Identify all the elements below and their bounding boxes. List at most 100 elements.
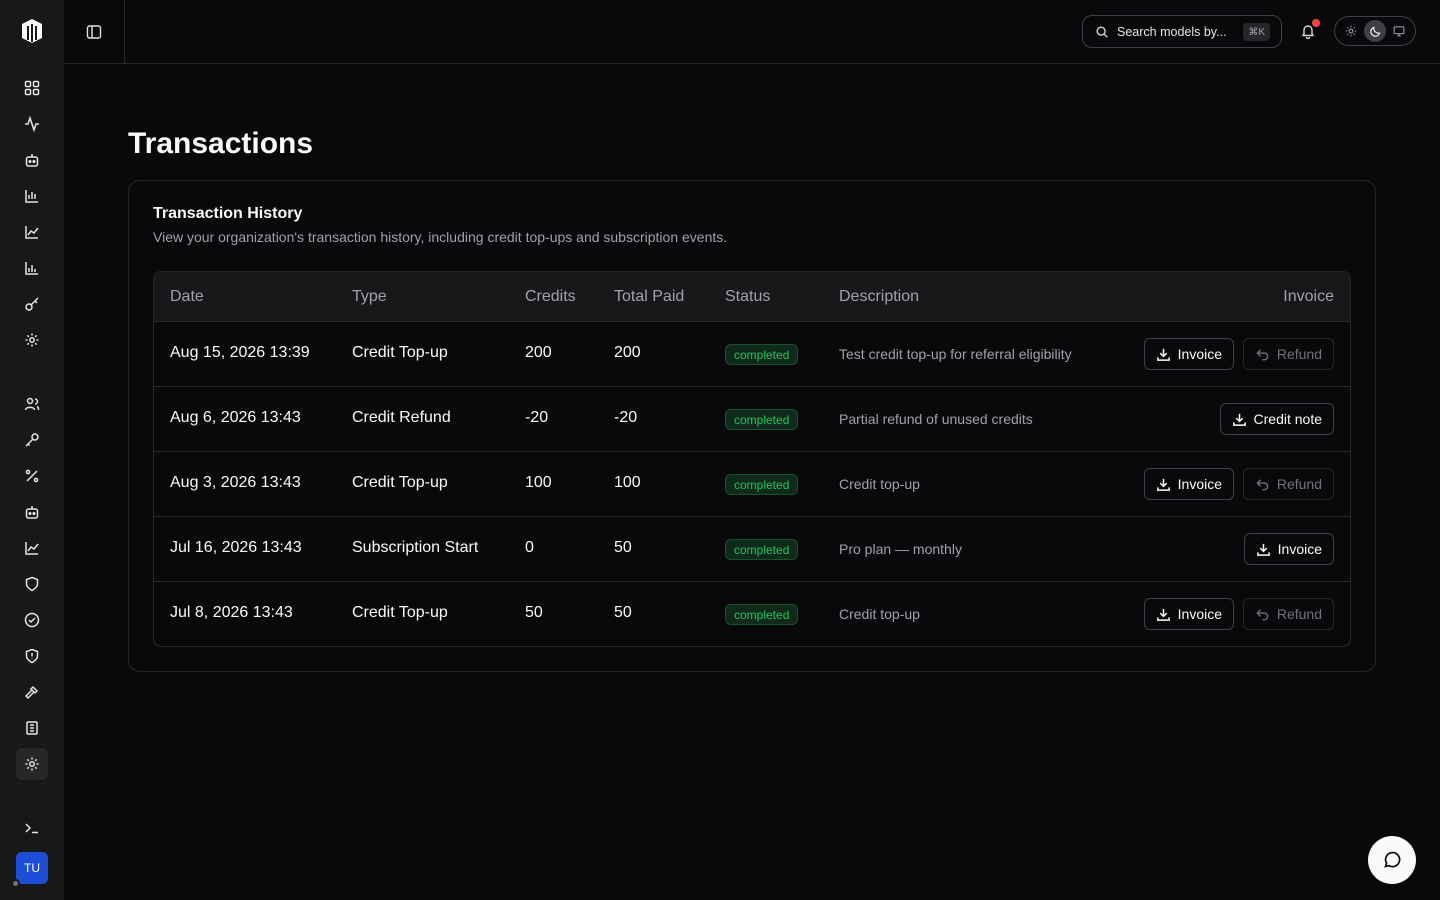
card-title: Transaction History <box>153 205 303 222</box>
header-date[interactable]: Date <box>170 288 204 306</box>
cell-total-paid: 200 <box>614 344 641 361</box>
status-badge: completed <box>725 344 799 365</box>
dashboard-icon[interactable] <box>16 72 48 104</box>
cell-description: Test credit top-up for referral eligibil… <box>839 346 1072 362</box>
undo-icon <box>1255 607 1270 622</box>
refund-button-label: Refund <box>1276 476 1322 492</box>
avatar[interactable]: TU <box>16 852 48 884</box>
cell-type: Subscription Start <box>352 539 479 556</box>
table-row: Jul 8, 2026 13:43 Credit Top-up 50 50 comple… <box>154 582 1350 646</box>
agent-icon[interactable] <box>16 496 48 528</box>
table-header: Date Type Credits Total Paid Status Desc… <box>154 272 1350 322</box>
monitor-icon[interactable] <box>1388 20 1410 42</box>
search-input[interactable]: Search models by... ⌘K <box>1082 15 1282 48</box>
cell-total-paid: 50 <box>614 539 632 556</box>
table-row: Aug 6, 2026 13:43 Credit Refund -20 -20 comp… <box>154 387 1350 452</box>
line-chart-icon[interactable] <box>16 216 48 248</box>
notification-dot <box>1312 19 1320 27</box>
cell-date: Jul 8, 2026 13:43 <box>170 604 293 621</box>
shield-icon[interactable] <box>16 568 48 600</box>
cell-date: Aug 6, 2026 13:43 <box>170 409 301 426</box>
search-shortcut: ⌘K <box>1243 23 1270 41</box>
download-icon <box>1256 542 1271 557</box>
bar-chart-icon[interactable] <box>16 180 48 212</box>
undo-icon <box>1255 347 1270 362</box>
refund-button[interactable]: Refund <box>1242 338 1334 370</box>
cell-type: Credit Top-up <box>352 344 448 361</box>
header-invoice: Invoice <box>1283 288 1334 305</box>
download-icon <box>1156 347 1171 362</box>
hammer-icon[interactable] <box>16 676 48 708</box>
sidebar-toggle-button[interactable] <box>64 0 125 63</box>
cell-description: Credit top-up <box>839 476 920 492</box>
card-description: View your organization's transaction his… <box>153 229 728 245</box>
refund-button-label: Refund <box>1276 346 1322 362</box>
settings-icon[interactable] <box>16 324 48 356</box>
chat-button[interactable] <box>1368 836 1416 884</box>
status-badge: completed <box>725 409 799 430</box>
invoice-button[interactable]: Invoice <box>1143 338 1234 370</box>
header-status[interactable]: Status <box>725 288 770 306</box>
api-key-icon[interactable] <box>16 424 48 456</box>
logo-icon[interactable] <box>20 18 44 44</box>
cell-type: Credit Refund <box>352 409 451 426</box>
cell-type: Credit Top-up <box>352 604 448 621</box>
trend-icon[interactable] <box>16 532 48 564</box>
cell-total-paid: -20 <box>614 409 638 426</box>
download-icon <box>1156 607 1171 622</box>
document-button-label: Credit note <box>1253 411 1322 427</box>
table-row: Jul 16, 2026 13:43 Subscription Start 0 50 c… <box>154 517 1350 582</box>
invoice-button[interactable]: Invoice <box>1143 468 1234 500</box>
invoice-button-label: Invoice <box>1177 346 1222 362</box>
header-type[interactable]: Type <box>352 288 387 306</box>
transactions-table: Date Type Credits Total Paid Status Desc… <box>153 271 1351 647</box>
cell-date: Aug 3, 2026 13:43 <box>170 474 301 491</box>
status-badge: completed <box>725 539 799 560</box>
document-button-label: Invoice <box>1277 541 1322 557</box>
download-icon <box>1232 412 1247 427</box>
organization-settings-icon[interactable] <box>16 748 48 780</box>
sidebar: TU <box>0 0 64 900</box>
invoice-button-label: Invoice <box>1177 606 1222 622</box>
analytics-icon[interactable] <box>16 252 48 284</box>
percent-icon[interactable] <box>16 460 48 492</box>
invoice-button-label: Invoice <box>1177 476 1222 492</box>
search-placeholder: Search models by... <box>1117 24 1227 39</box>
cell-total-paid: 50 <box>614 604 632 621</box>
header-description[interactable]: Description <box>839 288 919 306</box>
refund-button[interactable]: Refund <box>1242 468 1334 500</box>
refund-button-label: Refund <box>1276 606 1322 622</box>
shield-alert-icon[interactable] <box>16 640 48 672</box>
page-title: Transactions <box>128 127 314 160</box>
undo-icon <box>1255 477 1270 492</box>
topbar: Search models by... ⌘K <box>64 0 1440 64</box>
refund-button[interactable]: Refund <box>1242 598 1334 630</box>
key-icon[interactable] <box>16 288 48 320</box>
cell-credits: 200 <box>525 344 552 361</box>
building-icon[interactable] <box>16 712 48 744</box>
sun-icon[interactable] <box>1340 20 1362 42</box>
cell-credits: -20 <box>525 409 549 426</box>
avatar-initials: TU <box>24 861 40 875</box>
header-credits[interactable]: Credits <box>525 288 576 306</box>
users-icon[interactable] <box>16 388 48 420</box>
status-badge: completed <box>725 604 799 625</box>
download-icon <box>1156 477 1171 492</box>
invoice-button[interactable]: Invoice <box>1243 533 1334 565</box>
status-badge: completed <box>725 474 799 495</box>
cell-credits: 100 <box>525 474 552 491</box>
status-dot <box>11 879 20 888</box>
check-circle-icon[interactable] <box>16 604 48 636</box>
activity-icon[interactable] <box>16 108 48 140</box>
cell-credits: 0 <box>525 539 534 556</box>
search-icon <box>1096 25 1108 38</box>
header-total-paid[interactable]: Total Paid <box>614 288 684 306</box>
cell-credits: 50 <box>525 604 543 621</box>
cell-date: Jul 16, 2026 13:43 <box>170 539 302 556</box>
message-circle-icon <box>1384 851 1401 868</box>
credit-note-button[interactable]: Credit note <box>1219 403 1334 435</box>
invoice-button[interactable]: Invoice <box>1143 598 1234 630</box>
terminal-icon[interactable] <box>16 812 48 844</box>
moon-icon[interactable] <box>1364 20 1386 42</box>
bot-icon[interactable] <box>16 144 48 176</box>
